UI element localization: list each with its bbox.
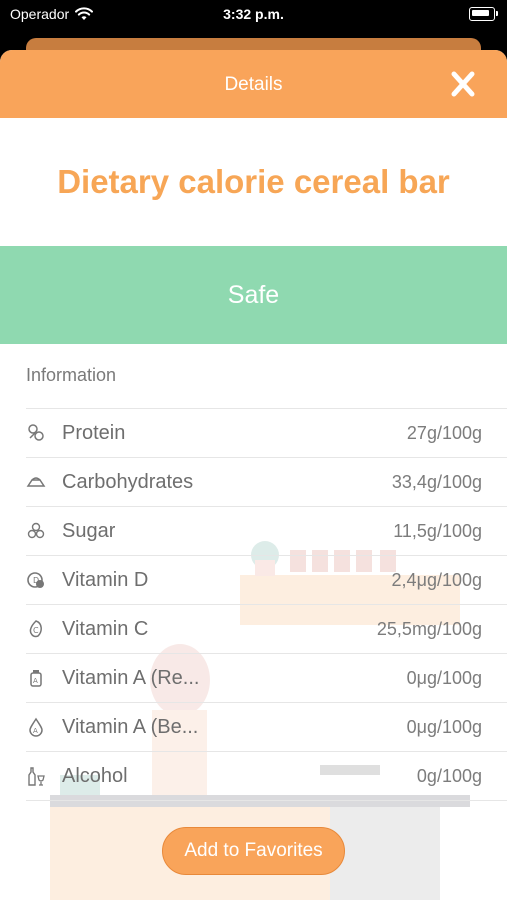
nutrient-row-carbohydrates: Carbohydrates 33,4g/100g [26,457,507,506]
nutrient-label: Carbohydrates [62,471,194,493]
svg-text:A: A [33,677,38,685]
close-button[interactable] [449,70,477,98]
alcohol-icon [28,767,45,786]
nutrient-label: Vitamin A (Be... [62,716,199,738]
nutrient-value: 0μg/100g [406,717,482,737]
nutrient-row-vitamin-c: C Vitamin C 25,5mg/100g [26,604,507,653]
carbohydrates-icon [26,477,46,487]
vitamin-a-beta-icon: A [29,717,43,737]
nutrient-list: Protein 27g/100g Carbohydrates 33,4g/100… [26,408,507,801]
nutrient-value: 25,5mg/100g [376,619,482,639]
nutrient-row-vitamin-a-beta: A Vitamin A (Be... 0μg/100g [26,702,507,751]
nutrient-label: Vitamin C [62,618,149,640]
nutrient-value: 33,4g/100g [391,472,482,492]
nutrient-value: 11,5g/100g [393,521,482,541]
safety-status-banner: Safe [0,246,507,344]
nutrient-label: Sugar [62,520,116,542]
status-time: 3:32 p.m. [223,6,284,22]
nutrient-row-vitamin-a-retinol: A Vitamin A (Re... 0μg/100g [26,653,507,702]
svg-text:A: A [33,727,38,735]
nutrient-row-protein: Protein 27g/100g [26,408,507,457]
nutrient-row-alcohol: Alcohol 0g/100g [26,751,507,801]
nutrient-value: 2,4μg/100g [391,570,482,590]
status-bar: Operador 3:32 p.m. [0,0,507,30]
close-x-icon [451,71,475,97]
nav-title: Details [224,74,283,95]
sugar-icon [27,522,45,539]
add-to-favorites-button[interactable]: Add to Favorites [162,827,345,875]
nutrient-label: Alcohol [62,765,128,787]
nutrient-row-vitamin-d: D Vitamin D 2,4μg/100g [26,555,507,604]
product-title: Dietary calorie cereal bar [57,163,450,200]
nutrient-value: 27g/100g [406,423,482,443]
svg-text:C: C [33,626,39,635]
information-header: Information [26,365,117,385]
nav-bar: Details [0,50,507,118]
details-sheet: Details Dietary calorie cereal bar Safe … [0,50,507,900]
vitamin-c-icon: C [29,620,42,638]
svg-text:D: D [33,576,39,585]
nutrient-label: Vitamin A (Re... [62,667,200,689]
vitamin-a-retinol-icon: A [30,670,42,687]
nutrient-row-sugar: Sugar 11,5g/100g [26,506,507,555]
nutrient-value: 0μg/100g [406,668,482,688]
protein-icon [28,424,44,441]
nutrient-value: 0g/100g [416,766,482,786]
nutrient-label: Protein [62,422,126,444]
nutrient-label: Vitamin D [62,569,149,591]
vitamin-d-icon: D [27,572,44,588]
battery-icon [469,7,498,21]
